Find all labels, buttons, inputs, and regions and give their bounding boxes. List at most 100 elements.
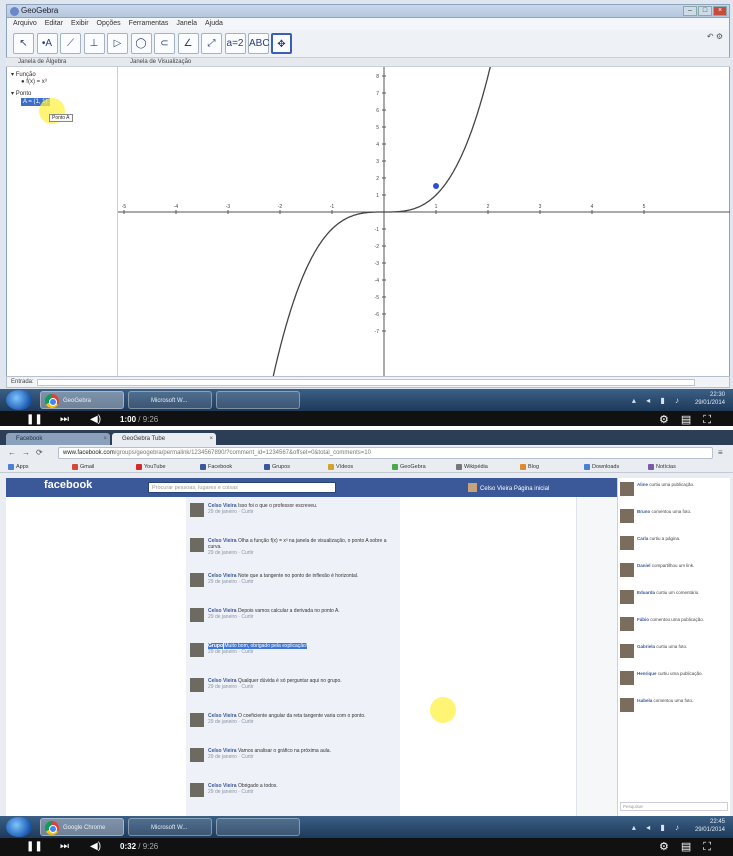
menu-item[interactable]: Janela: [176, 18, 197, 30]
taskbar-item-geogebra[interactable]: GeoGebra: [40, 391, 124, 409]
next-icon[interactable]: ⏭: [60, 414, 69, 425]
fullscreen-icon[interactable]: ⛶: [703, 414, 723, 426]
avatar[interactable]: [190, 538, 204, 552]
conic-tool-icon[interactable]: ⊂: [154, 33, 175, 54]
avatar[interactable]: [190, 573, 204, 587]
perpendicular-tool-icon[interactable]: ⊥: [83, 33, 105, 54]
next-icon[interactable]: ⏭: [60, 841, 69, 852]
taskbar-item-word[interactable]: Microsoft W...: [128, 818, 212, 836]
volume-icon[interactable]: ◀): [90, 841, 101, 852]
comment-meta[interactable]: 29 de janeiro · Curtir: [208, 550, 254, 556]
comment-meta[interactable]: 29 de janeiro · Curtir: [208, 789, 254, 795]
ticker-name: Fábio: [637, 617, 649, 622]
avatar[interactable]: [190, 608, 204, 622]
comment-meta[interactable]: 29 de janeiro · Curtir: [208, 649, 254, 655]
avatar[interactable]: [190, 678, 204, 692]
avatar[interactable]: [190, 783, 204, 797]
bookmark-item[interactable]: Grupos: [264, 461, 290, 472]
polygon-tool-icon[interactable]: ▷: [107, 33, 128, 54]
url-field[interactable]: www.facebook.com/groups/geogebra/permali…: [58, 447, 713, 459]
text-tool-icon[interactable]: ABC: [248, 33, 270, 54]
bookmark-item[interactable]: Notícias: [648, 461, 676, 472]
start-button[interactable]: [6, 817, 32, 837]
bookmark-item[interactable]: Blog: [520, 461, 539, 472]
reflect-tool-icon[interactable]: ⤢: [201, 33, 222, 54]
avatar[interactable]: [190, 643, 204, 657]
taskbar-item-geogebra[interactable]: [216, 818, 300, 836]
menu-icon[interactable]: ≡: [718, 448, 723, 457]
reload-icon[interactable]: ⟳: [36, 448, 43, 457]
menu-item[interactable]: Opções: [97, 18, 121, 30]
settings-icon[interactable]: ⚙: [659, 841, 681, 853]
bookmark-item[interactable]: Facebook: [200, 461, 232, 472]
group-point[interactable]: ▾ Ponto: [11, 90, 31, 97]
bookmark-item[interactable]: Downloads: [584, 461, 619, 472]
clock: 22:30 29/01/2014: [694, 392, 725, 406]
close-icon[interactable]: ×: [713, 6, 727, 16]
input-field[interactable]: [37, 379, 695, 386]
back-icon[interactable]: ←: [8, 448, 16, 457]
circle-tool-icon[interactable]: ◯: [130, 33, 152, 54]
comment-meta[interactable]: 29 de janeiro · Curtir: [208, 754, 254, 760]
tab-facebook[interactable]: Facebook ×: [6, 433, 110, 445]
menu-item[interactable]: Editar: [45, 18, 63, 30]
avatar[interactable]: [190, 713, 204, 727]
x-tick-label: 5: [643, 204, 646, 210]
algebra-view: ▾ Função ● f(x) = x³ ▾ Ponto A = (1, 1) …: [6, 67, 118, 376]
ticker-name: Daniel: [637, 563, 651, 568]
start-button[interactable]: [6, 390, 32, 410]
point-a[interactable]: [433, 183, 439, 189]
tab-geogebra-tube[interactable]: GeoGebra Tube ×: [112, 433, 216, 445]
angle-tool-icon[interactable]: ∠: [177, 33, 199, 54]
menu-item[interactable]: Ajuda: [205, 18, 223, 30]
bookmark-item[interactable]: GeoGebra: [392, 461, 426, 472]
bookmark-item[interactable]: Wikipédia: [456, 461, 488, 472]
algebra-panel-header: Janela de Álgebra: [6, 58, 118, 67]
function-plot[interactable]: -5 -4 -3 -2 -1 1 2 3 4 5 8 7 6 5 4 3 2 1 -1 -2 -3 -4 -5 -6 -7: [118, 58, 730, 419]
captions-icon[interactable]: ▤: [681, 414, 703, 426]
tab-close-icon[interactable]: ×: [209, 433, 213, 445]
comment-meta[interactable]: 29 de janeiro · Curtir: [208, 509, 254, 515]
volume-icon[interactable]: ◀): [90, 414, 101, 425]
bookmark-item[interactable]: Gmail: [72, 461, 94, 472]
facebook-logo[interactable]: facebook: [44, 479, 92, 491]
bookmark-item[interactable]: YouTube: [136, 461, 166, 472]
taskbar-item-geogebra-2[interactable]: [216, 391, 300, 409]
avatar[interactable]: [190, 748, 204, 762]
menu-item[interactable]: Ferramentas: [129, 18, 169, 30]
tab-close-icon[interactable]: ×: [103, 433, 107, 445]
maximize-icon[interactable]: □: [698, 6, 712, 16]
group-function[interactable]: ▾ Função: [11, 71, 36, 78]
settings-icon[interactable]: ⚙: [716, 32, 723, 41]
point-tool-icon[interactable]: •A: [36, 33, 58, 54]
profile-link[interactable]: Celso Vieira Página inicial: [468, 483, 549, 492]
graphics-view[interactable]: -5 -4 -3 -2 -1 1 2 3 4 5 8 7 6 5 4 3 2 1 -1 -2 -3 -4 -5 -6 -7: [118, 58, 730, 419]
undo-icon[interactable]: ↶: [707, 32, 714, 41]
menu-item[interactable]: Exibir: [71, 18, 89, 30]
settings-icon[interactable]: ⚙: [659, 414, 681, 426]
move-view-tool-icon[interactable]: ✥: [271, 33, 292, 54]
comment-meta[interactable]: 29 de janeiro · Curtir: [208, 719, 254, 725]
comment-meta[interactable]: 29 de janeiro · Curtir: [208, 614, 254, 620]
avatar[interactable]: [190, 503, 204, 517]
fullscreen-icon[interactable]: ⛶: [703, 841, 723, 853]
taskbar-item-word[interactable]: Microsoft W...: [128, 391, 212, 409]
comment-meta[interactable]: 29 de janeiro · Curtir: [208, 684, 254, 690]
move-tool-icon[interactable]: ↖: [13, 33, 34, 54]
captions-icon[interactable]: ▤: [681, 841, 703, 853]
slider-tool-icon[interactable]: a=2: [224, 33, 246, 54]
minimize-icon[interactable]: –: [683, 6, 697, 16]
line-tool-icon[interactable]: ⟋: [60, 33, 81, 54]
bookmark-item[interactable]: Apps: [8, 461, 29, 472]
menu-item[interactable]: Arquivo: [13, 18, 37, 30]
comment-meta[interactable]: 29 de janeiro · Curtir: [208, 579, 254, 585]
chat-search-input[interactable]: Pesquisar: [620, 802, 728, 811]
avatar: [620, 617, 634, 631]
taskbar-item-chrome[interactable]: Google Chrome: [40, 818, 124, 836]
bookmark-item[interactable]: Vídeos: [328, 461, 353, 472]
search-input[interactable]: Procurar pessoas, lugares e coisas: [148, 482, 336, 493]
pause-icon[interactable]: ❚❚: [26, 841, 43, 852]
forward-icon[interactable]: →: [22, 448, 30, 457]
pause-icon[interactable]: ❚❚: [26, 414, 43, 425]
function-entry[interactable]: ● f(x) = x³: [21, 79, 47, 85]
